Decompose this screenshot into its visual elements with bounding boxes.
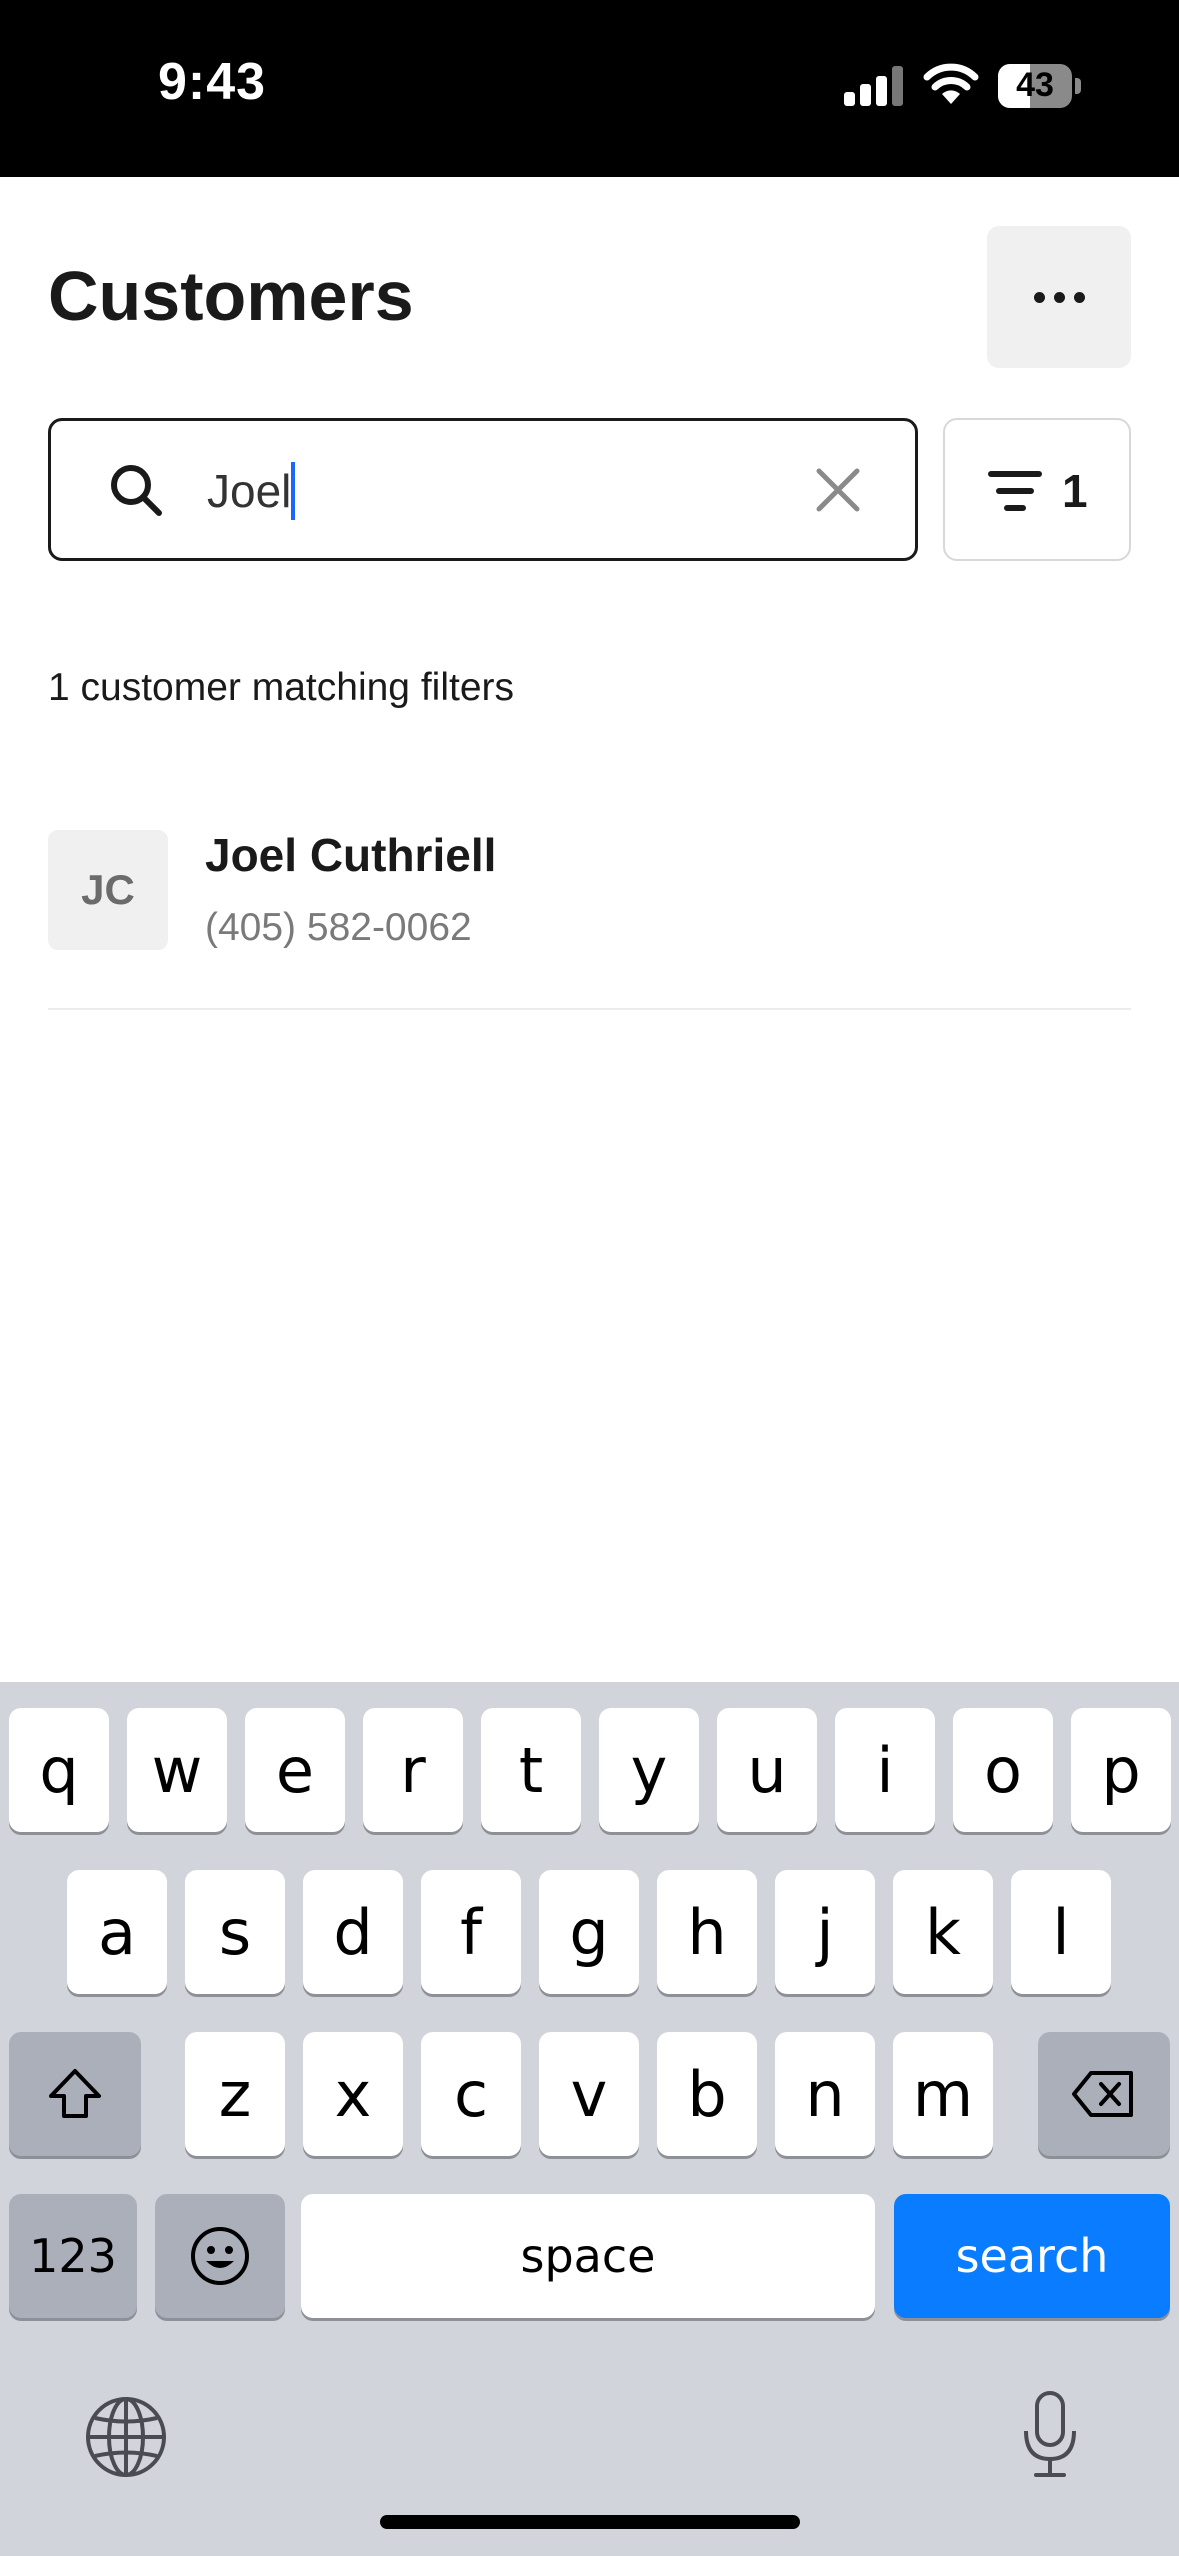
key-c[interactable]: c (421, 2032, 521, 2156)
delete-key[interactable] (1038, 2032, 1170, 2156)
space-key[interactable]: space (301, 2194, 875, 2318)
cellular-signal-icon (844, 66, 904, 106)
clear-search-icon[interactable] (813, 465, 863, 515)
on-screen-keyboard: q w e r t y u i o p a s d f g h j k l z … (0, 1682, 1179, 2556)
globe-icon[interactable] (84, 2395, 168, 2479)
results-summary: 1 customer matching filters (48, 666, 515, 709)
key-k[interactable]: k (893, 1870, 993, 1994)
key-p[interactable]: p (1071, 1708, 1171, 1832)
key-h[interactable]: h (657, 1870, 757, 1994)
key-o[interactable]: o (953, 1708, 1053, 1832)
search-input[interactable]: Joel (207, 451, 807, 531)
shift-key[interactable] (9, 2032, 141, 2156)
emoji-icon (191, 2227, 249, 2285)
ellipsis-icon (1033, 291, 1045, 303)
microphone-icon[interactable] (1020, 2389, 1080, 2481)
key-w[interactable]: w (127, 1708, 227, 1832)
filter-icon (988, 471, 1042, 511)
key-a[interactable]: a (67, 1870, 167, 1994)
home-indicator[interactable] (380, 2515, 800, 2529)
battery-icon: 43 (998, 64, 1081, 108)
search-field[interactable]: Joel (48, 418, 918, 561)
key-u[interactable]: u (717, 1708, 817, 1832)
status-bar: 9:43 43 (0, 0, 1179, 177)
key-g[interactable]: g (539, 1870, 639, 1994)
shift-arrow-icon (49, 2069, 101, 2118)
key-z[interactable]: z (185, 2032, 285, 2156)
key-j[interactable]: j (775, 1870, 875, 1994)
key-s[interactable]: s (185, 1870, 285, 1994)
emoji-key[interactable] (155, 2194, 285, 2318)
wifi-icon (923, 63, 979, 104)
backspace-icon (1072, 2071, 1133, 2117)
search-input-value: Joel (207, 465, 292, 517)
key-l[interactable]: l (1011, 1870, 1111, 1994)
key-b[interactable]: b (657, 2032, 757, 2156)
status-time: 9:43 (158, 53, 267, 111)
page-title: Customers (48, 257, 414, 335)
key-d[interactable]: d (303, 1870, 403, 1994)
customer-phone: (405) 582-0062 (205, 906, 472, 949)
customer-name: Joel Cuthriell (205, 829, 497, 881)
key-x[interactable]: x (303, 2032, 403, 2156)
key-n[interactable]: n (775, 2032, 875, 2156)
numbers-key[interactable]: 123 (9, 2194, 137, 2318)
key-f[interactable]: f (421, 1870, 521, 1994)
text-caret (291, 462, 296, 520)
more-options-button[interactable] (987, 226, 1131, 368)
key-q[interactable]: q (9, 1708, 109, 1832)
key-m[interactable]: m (893, 2032, 993, 2156)
search-key[interactable]: search (894, 2194, 1170, 2318)
search-icon (111, 465, 162, 516)
filter-button[interactable]: 1 (943, 418, 1131, 561)
avatar: JC (48, 830, 168, 950)
key-i[interactable]: i (835, 1708, 935, 1832)
filter-count: 1 (1062, 465, 1088, 517)
key-y[interactable]: y (599, 1708, 699, 1832)
key-t[interactable]: t (481, 1708, 581, 1832)
key-r[interactable]: r (363, 1708, 463, 1832)
battery-level: 43 (1016, 66, 1054, 104)
customer-list-item[interactable]: JC Joel Cuthriell (405) 582-0062 (48, 812, 1131, 1010)
key-e[interactable]: e (245, 1708, 345, 1832)
key-v[interactable]: v (539, 2032, 639, 2156)
